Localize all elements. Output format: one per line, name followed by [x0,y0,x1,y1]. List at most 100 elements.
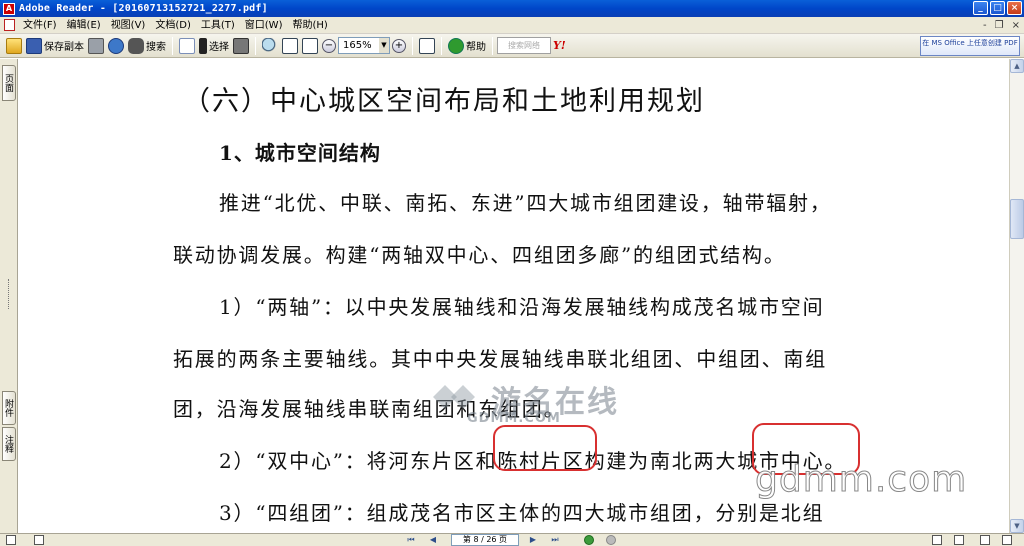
save-copy-button[interactable]: 保存副本 [24,36,86,56]
facing-icon[interactable] [980,535,990,545]
body-line: 3）“四组团”：组成茂名市区主体的四大城市组团，分别是北组 [219,501,825,525]
menu-help[interactable]: 帮助(H) [287,17,332,34]
watermark-domain: GDMM.COM [467,411,561,426]
single-page-icon[interactable] [932,535,942,545]
document-view[interactable]: （六）中心城区空间布局和土地利用规划 1、城市空间结构 推进“北优、中联、南拓、… [19,59,1009,533]
first-page-button[interactable]: ⏮ [406,535,416,545]
plus-icon: + [392,38,406,53]
layout-icon[interactable] [34,535,44,545]
toolbar: 保存副本 搜索 选择 − 165% ▼ + 帮助 搜索网络 Y! 在 MS Of… [0,34,1024,58]
comments-tab[interactable]: 注释 [2,427,16,461]
go-forward-icon[interactable] [606,535,616,545]
menu-file[interactable]: 文件(F) [18,17,62,34]
vertical-scrollbar[interactable]: ▲ ▼ [1009,59,1024,533]
toolbar-separator [172,36,173,55]
body-line: 联动协调发展。构建“两轴双中心、四组团多廊”的组团式结构。 [173,243,786,267]
save-copy-label: 保存副本 [44,42,84,53]
go-back-icon[interactable] [584,535,594,545]
page-number-field[interactable]: 第 8 / 26 页 [451,534,519,546]
next-page-button[interactable]: ▶ [528,535,538,545]
fit-width-button[interactable] [300,36,320,56]
select-tool-button[interactable]: 选择 [197,36,231,56]
status-bar: ⏮ ◀ 第 8 / 26 页 ▶ ⏭ [0,533,1024,546]
pane-resize-grip[interactable] [8,279,10,309]
attachments-tab[interactable]: 附件 [2,391,16,425]
zoom-level-select[interactable]: 165% ▼ [338,37,390,54]
doc-restore-button[interactable]: ❐ [995,17,1004,34]
toolbar-separator [255,36,256,55]
body-line: 1）“两轴”：以中央发展轴线和沿海发展轴线构成茂名城市空间 [219,295,825,319]
text-cursor-icon [199,37,207,54]
select-label: 选择 [209,42,229,53]
scroll-down-button[interactable]: ▼ [1010,519,1024,533]
subsection-heading: 1、城市空间结构 [219,141,381,165]
annotation-circle [493,425,597,471]
scroll-up-button[interactable]: ▲ [1010,59,1024,73]
continuous-icon[interactable] [954,535,964,545]
chevron-down-icon: ▼ [379,38,389,53]
doc-minimize-button[interactable]: - [983,17,987,34]
menu-document[interactable]: 文档(D) [150,17,196,34]
binoculars-icon [128,37,144,54]
zoom-tool-button[interactable] [260,36,280,56]
pages-tab[interactable]: 页面 [2,65,16,101]
section-heading: （六）中心城区空间布局和土地利用规划 [183,86,705,117]
hand-icon [179,37,195,54]
fit-width-icon [302,37,318,54]
toolbar-separator [412,36,413,55]
last-page-button[interactable]: ⏭ [550,535,560,545]
print-button[interactable] [86,36,106,56]
body-line: 推进“北优、中联、南拓、东进”四大城市组团建设，轴带辐射， [219,191,832,215]
printer-icon [88,37,104,54]
menu-bar: 文件(F) 编辑(E) 视图(V) 文档(D) 工具(T) 窗口(W) 帮助(H… [0,17,1024,34]
fit-page-button[interactable] [280,36,300,56]
window-controls: _ □ × [973,1,1022,15]
doc-close-button[interactable]: × [1012,17,1020,34]
menu-window[interactable]: 窗口(W) [240,17,288,34]
zoom-level-value: 165% [343,40,372,51]
window-title: Adobe Reader - [20160713152721_2277.pdf] [19,3,268,14]
continuous-facing-icon[interactable] [1002,535,1012,545]
watermark-url: gdmm.com [754,459,968,501]
save-icon [26,37,42,54]
document-window-controls: - ❐ × [983,17,1020,34]
close-button[interactable]: × [1007,1,1022,15]
email-icon [108,37,124,54]
menu-tools[interactable]: 工具(T) [196,17,240,34]
email-button[interactable] [106,36,126,56]
yahoo-icon: Y! [553,39,566,52]
document-icon[interactable] [4,19,15,31]
yahoo-button[interactable]: Y! [551,36,568,56]
search-button[interactable]: 搜索 [126,36,168,56]
maximize-button[interactable]: □ [990,1,1005,15]
navigation-pane: 页面 附件 注释 [0,59,18,533]
toolbar-separator [441,36,442,55]
snapshot-button[interactable] [231,36,251,56]
menu-view[interactable]: 视图(V) [106,17,151,34]
adobe-reader-icon: A [3,2,15,15]
toolbar-separator [492,36,493,55]
menu-edit[interactable]: 编辑(E) [62,17,106,34]
zoom-in-button[interactable]: + [390,36,408,56]
magnifier-icon [262,37,278,54]
help-label: 帮助 [466,42,486,53]
camera-icon [233,37,249,54]
scroll-thumb[interactable] [1010,199,1024,239]
minus-icon: − [322,38,336,53]
body-line: 拓展的两条主要轴线。其中中央发展轴线串联北组团、中组团、南组 [173,347,827,371]
web-search-input[interactable]: 搜索网络 [497,37,551,54]
search-label: 搜索 [146,42,166,53]
ms-office-pdf-button[interactable]: 在 MS Office 上任意创建 PDF [920,36,1020,56]
minimize-button[interactable]: _ [973,1,988,15]
help-button[interactable]: 帮助 [446,36,488,56]
page-size-icon[interactable] [6,535,16,545]
fit-page-icon [282,37,298,54]
rotate-button[interactable] [417,36,437,56]
zoom-out-button[interactable]: − [320,36,338,56]
title-bar: A Adobe Reader - [20160713152721_2277.pd… [0,0,1024,17]
hand-tool-button[interactable] [177,36,197,56]
folder-icon [6,37,22,54]
previous-page-button[interactable]: ◀ [428,535,438,545]
help-icon [448,37,464,54]
open-button[interactable] [4,36,24,56]
